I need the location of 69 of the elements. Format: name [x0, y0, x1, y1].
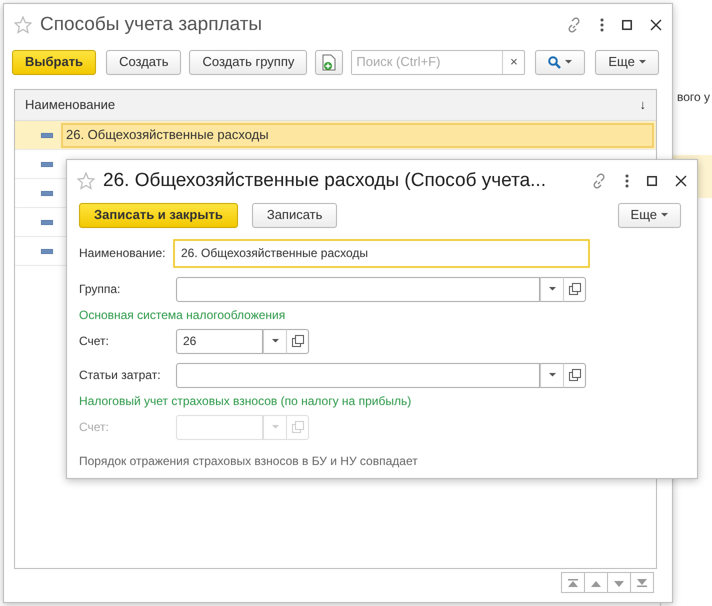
open-button[interactable]: [286, 328, 309, 354]
link-icon[interactable]: [591, 173, 607, 189]
item-icon: [41, 248, 53, 254]
link-icon[interactable]: [566, 17, 582, 33]
input-field[interactable]: 26. Общехозяйственные расходы: [173, 238, 590, 268]
scroll-down-button[interactable]: [607, 572, 631, 593]
window-title: 26. Общехозяйственные расходы (Способ учета...: [103, 168, 546, 193]
maximize-icon[interactable]: [647, 176, 657, 186]
dropdown-field[interactable]: 26: [176, 328, 263, 354]
field-label: Наименование:: [79, 245, 167, 262]
add-document-button[interactable]: [315, 50, 344, 74]
scroll-first-button[interactable]: [561, 572, 585, 593]
arrow-icon: [613, 578, 625, 586]
open-icon: [568, 283, 580, 295]
more-icon[interactable]: [625, 174, 629, 188]
clear-button[interactable]: ×: [502, 50, 524, 74]
search-button[interactable]: [535, 50, 586, 74]
item-icon: [41, 220, 53, 224]
caret-icon: [272, 425, 278, 429]
field-label: Счет:: [79, 419, 110, 436]
arrow-icon: [636, 578, 648, 586]
item-icon: [41, 190, 53, 196]
section-heading: Налоговый учет страховых взносов (по налогу на прибыль): [79, 393, 412, 410]
star-icon[interactable]: [77, 172, 95, 190]
caret-icon: [548, 373, 556, 377]
sort-indicator[interactable]: ↓: [640, 95, 646, 115]
caret-icon: [548, 287, 556, 291]
dropdown-field[interactable]: [176, 276, 540, 302]
caret-icon: [638, 60, 646, 64]
open-icon: [292, 421, 304, 433]
table-cell: 26. Общехозяйственные расходы: [61, 122, 654, 148]
arrow-icon: [567, 578, 579, 586]
column-header: вого у: [677, 89, 710, 106]
button[interactable]: Выбрать: [12, 50, 96, 74]
close-icon[interactable]: [675, 175, 687, 187]
item-icon: [41, 132, 53, 138]
note-text: Порядок отражения страховых взносов в БУ и НУ совпадает: [79, 453, 419, 470]
more-icon[interactable]: [600, 18, 604, 32]
search-field[interactable]: Поиск (Ctrl+F) ×: [351, 50, 526, 74]
button[interactable]: Записать: [252, 202, 338, 228]
maximize-icon[interactable]: [622, 20, 632, 30]
open-button[interactable]: [563, 276, 586, 302]
open-button[interactable]: [563, 362, 586, 388]
button[interactable]: Создать группу: [189, 50, 308, 74]
button[interactable]: Создать: [106, 50, 182, 74]
more-button[interactable]: Еще: [595, 50, 659, 74]
arrow-icon: [590, 578, 602, 586]
scroll-up-button[interactable]: [584, 572, 608, 593]
close-icon[interactable]: [650, 19, 662, 31]
section-heading: Основная система налогообложения: [79, 307, 286, 324]
field-label: Счет:: [79, 333, 110, 350]
document-add-icon: [322, 54, 336, 70]
open-icon: [568, 369, 580, 381]
caret-icon: [272, 339, 278, 343]
scroll-last-button[interactable]: [630, 572, 654, 593]
item-icon: [41, 162, 53, 166]
column-header[interactable]: Наименование: [25, 95, 116, 115]
caret-icon: [661, 213, 668, 217]
search-icon: [548, 56, 562, 68]
star-icon[interactable]: [14, 16, 32, 34]
window-title: Способы учета зарплаты: [40, 12, 262, 37]
open-icon: [292, 335, 304, 347]
field-label: Группа:: [79, 281, 122, 298]
caret-icon: [565, 60, 572, 64]
button[interactable]: Записать и закрыть: [79, 202, 238, 228]
field-label: Статьи затрат:: [79, 367, 162, 384]
table-row[interactable]: 26. Общехозяйственные расходы: [15, 121, 656, 150]
more-button[interactable]: Еще: [618, 202, 681, 228]
dropdown-field[interactable]: [176, 362, 540, 388]
